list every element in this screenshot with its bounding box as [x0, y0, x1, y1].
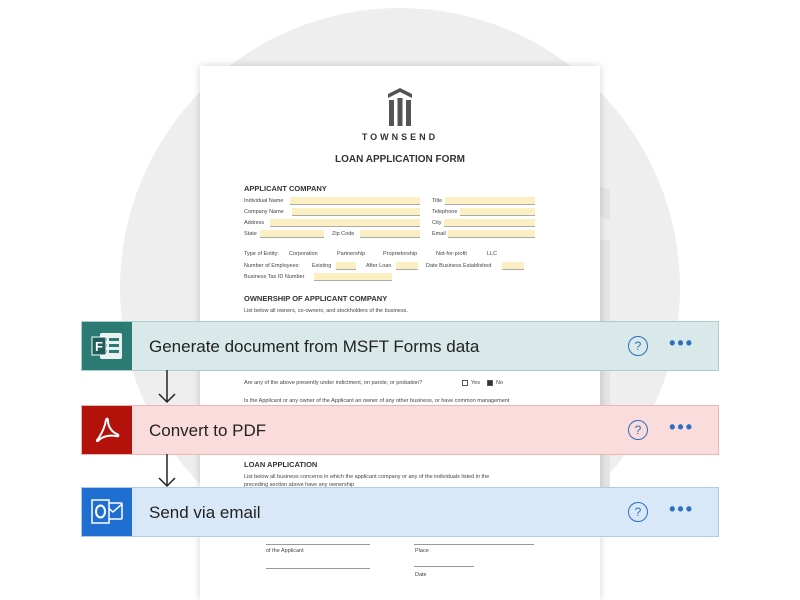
field-label: Company Name	[244, 209, 284, 215]
more-options-icon[interactable]: •••	[669, 417, 694, 438]
title-field[interactable]	[445, 197, 535, 205]
townsend-logo-icon	[388, 88, 412, 126]
existing-label: Existing	[312, 263, 332, 269]
field-label: Individual Name	[244, 198, 284, 204]
place-line	[414, 544, 534, 545]
individual-name-field[interactable]	[290, 197, 420, 205]
brand-name: TOWNSEND	[361, 132, 439, 142]
signature-label: of the Applicant	[266, 548, 304, 554]
yes-checkbox[interactable]	[462, 380, 468, 386]
entity-option: LLC	[487, 251, 498, 257]
help-icon[interactable]: ?	[628, 336, 648, 356]
date-established-label: Date Business Established	[426, 263, 492, 269]
indictment-question: Are any of the above presently under ind…	[244, 380, 423, 386]
tax-id-label: Business Tax ID Number	[244, 274, 305, 280]
field-label: Telephone	[432, 209, 458, 215]
more-options-icon[interactable]: •••	[669, 333, 694, 354]
loan-text: List below all business concerns in whic…	[244, 474, 490, 480]
signature-line	[266, 544, 370, 545]
flow-step-generate-document[interactable]: F Generate document from MSFT Forms data…	[81, 321, 719, 371]
applicant-section-heading: APPLICANT COMPANY	[244, 184, 327, 193]
after-loan-label: After Loan	[366, 263, 392, 269]
flow-step-convert-pdf[interactable]: Convert to PDF ? •••	[81, 405, 719, 455]
field-label: Zip Code	[332, 231, 355, 237]
entity-option: Partnership	[337, 251, 366, 257]
entity-option: Proprietorship	[383, 251, 418, 257]
date-label: Date	[415, 572, 427, 578]
field-label: Email	[432, 231, 446, 237]
signature-line-2	[266, 568, 370, 569]
employees-label: Number of Employees:	[244, 263, 300, 269]
field-label: Title	[432, 198, 443, 204]
city-field[interactable]	[444, 219, 535, 227]
email-field[interactable]	[448, 230, 535, 238]
tax-id-field[interactable]	[314, 273, 392, 281]
help-icon[interactable]: ?	[628, 420, 648, 440]
no-checkbox[interactable]	[487, 380, 493, 386]
loan-section-heading: LOAN APPLICATION	[244, 460, 318, 469]
field-label: Address	[244, 220, 265, 226]
entity-label: Type of Entity:	[244, 251, 279, 257]
date-line	[414, 566, 474, 567]
step-label: Generate document from MSFT Forms data	[149, 337, 480, 356]
after-loan-field[interactable]	[396, 262, 418, 270]
form-title: LOAN APPLICATION FORM	[335, 154, 465, 165]
step-label: Send via email	[149, 503, 261, 522]
place-label: Place	[415, 548, 429, 554]
company-name-field[interactable]	[292, 208, 420, 216]
forms-icon: F	[82, 322, 132, 370]
yes-label: Yes	[471, 380, 480, 386]
step-label: Convert to PDF	[149, 421, 267, 440]
no-label: No	[496, 380, 504, 386]
telephone-field[interactable]	[460, 208, 535, 216]
flow-step-send-email[interactable]: Send via email ? •••	[81, 487, 719, 537]
field-label: City	[432, 220, 442, 226]
state-field[interactable]	[260, 230, 324, 238]
arrow-down-icon	[158, 370, 176, 404]
outlook-icon	[82, 488, 132, 536]
zip-code-field[interactable]	[360, 230, 420, 238]
date-established-field[interactable]	[502, 262, 524, 270]
more-options-icon[interactable]: •••	[669, 499, 694, 520]
entity-option: Not-for-profit	[436, 251, 467, 257]
ownership-section-heading: OWNERSHIP OF APPLICANT COMPANY	[244, 294, 388, 303]
pdf-icon	[82, 406, 132, 454]
address-field[interactable]	[270, 219, 420, 227]
existing-employees-field[interactable]	[336, 262, 356, 270]
field-label: State	[244, 231, 257, 237]
entity-option: Corporation	[289, 251, 318, 257]
applicant-owner-text: Is the Applicant or any owner of the App…	[244, 398, 510, 404]
svg-text:F: F	[95, 339, 103, 354]
help-icon[interactable]: ?	[628, 502, 648, 522]
ownership-text: List below all owners, co-owners, and st…	[244, 308, 408, 314]
arrow-down-icon	[158, 454, 176, 488]
